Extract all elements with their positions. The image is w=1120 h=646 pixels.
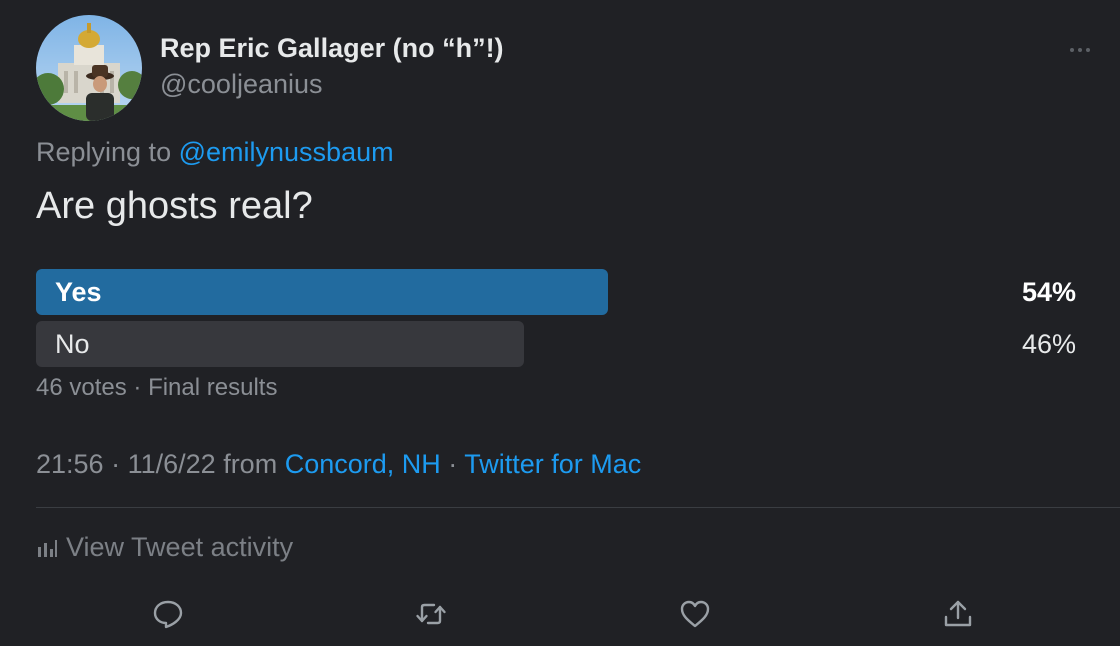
author-display-name[interactable]: Rep Eric Gallager (no “h”!) xyxy=(160,33,504,64)
replying-to: Replying to @emilynussbaum xyxy=(36,137,394,168)
tweet-time[interactable]: 21:56 xyxy=(36,449,104,479)
poll-option-yes: Yes 54% xyxy=(36,269,1076,315)
source-link[interactable]: Twitter for Mac xyxy=(464,449,641,479)
poll-separator: · xyxy=(126,374,149,401)
retweet-icon[interactable] xyxy=(415,598,447,630)
poll-status: Final results xyxy=(148,374,278,401)
poll-bar-yes xyxy=(36,269,608,315)
poll-bar-no xyxy=(36,321,524,367)
poll-percent-no: 46% xyxy=(1021,329,1076,359)
share-icon[interactable] xyxy=(942,598,974,630)
profile-photo-icon xyxy=(36,15,142,121)
like-icon[interactable] xyxy=(679,598,711,630)
poll-percent-yes: 54% xyxy=(1021,277,1076,307)
reply-icon[interactable] xyxy=(152,598,184,630)
replying-to-label: Replying to xyxy=(36,137,172,167)
poll-option-no: No 46% xyxy=(36,321,1076,367)
location-link[interactable]: Concord, NH xyxy=(285,449,441,479)
mention-link[interactable]: @emilynussbaum xyxy=(179,137,394,167)
poll-label-no: No xyxy=(55,329,90,359)
meta-separator: · xyxy=(103,449,128,479)
poll-label-yes: Yes xyxy=(55,277,102,307)
meta-separator-2: · xyxy=(440,449,465,479)
tweet-metadata: 21:56 · 11/6/22 from Concord, NH · Twitt… xyxy=(36,449,641,480)
from-word: from xyxy=(223,449,278,479)
poll-summary: 46 votes · Final results xyxy=(36,374,277,402)
poll-votes: 46 votes xyxy=(36,374,127,401)
more-options-icon[interactable] xyxy=(1066,40,1094,60)
bar-chart-icon xyxy=(38,539,57,557)
view-tweet-activity-button[interactable]: View Tweet activity xyxy=(36,532,293,563)
divider xyxy=(36,507,1120,508)
avatar[interactable] xyxy=(36,15,142,121)
tweet-text: Are ghosts real? xyxy=(36,185,313,227)
view-tweet-activity-label: View Tweet activity xyxy=(66,532,294,562)
author-handle[interactable]: @cooljeanius xyxy=(160,69,323,100)
tweet-date[interactable]: 11/6/22 xyxy=(128,449,216,479)
